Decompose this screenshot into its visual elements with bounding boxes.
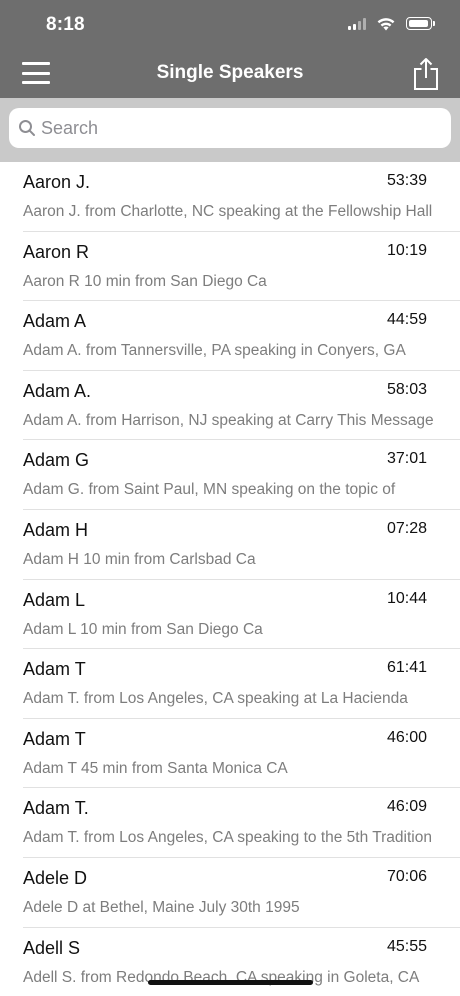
search-bar: [0, 98, 460, 162]
speaker-description: Adam T. from Los Angeles, CA speaking to…: [23, 829, 432, 847]
status-bar: 8:18: [0, 0, 460, 48]
cellular-signal-icon: [348, 17, 366, 30]
speaker-description: Adam A. from Harrison, NJ speaking at Ca…: [23, 411, 434, 429]
search-icon: [19, 120, 35, 136]
talk-duration: 10:44: [386, 589, 427, 607]
speaker-description: Adam H 10 min from Carlsbad Ca: [23, 550, 256, 568]
wifi-icon: [377, 18, 395, 31]
speaker-row[interactable]: Adam T 46:00 Adam T 45 min from Santa Moni…: [0, 719, 460, 789]
speaker-name: Adam A.: [23, 380, 92, 401]
battery-icon: [406, 17, 435, 30]
search-input[interactable]: [41, 108, 441, 148]
talk-duration: 53:39: [386, 172, 427, 189]
speaker-row[interactable]: Adam A. 58:03 Adam A. from Harrison, NJ sp…: [0, 371, 460, 441]
speaker-row[interactable]: Adell S 45:55 Adell S. from Redondo Beach,…: [0, 928, 460, 996]
speaker-row[interactable]: Aaron J. 53:39 Aaron J. from Charlotte, NC…: [0, 162, 460, 232]
speaker-row[interactable]: Adam L 10:44 Adam L 10 min from San Diego …: [0, 580, 460, 650]
speaker-name: Adam G: [23, 450, 90, 471]
speaker-row[interactable]: Adam T. 46:09 Adam T. from Los Angeles, CA…: [0, 788, 460, 858]
speaker-list: Aaron J. 53:39 Aaron J. from Charlotte, NC…: [0, 162, 460, 996]
header: 8:18 Single Speakers: [0, 0, 460, 98]
talk-duration: 58:03: [386, 380, 427, 398]
status-time: 8:18: [46, 14, 85, 35]
speaker-name: Adele D: [23, 867, 88, 888]
speaker-row[interactable]: Adam G 37:01 Adam G. from Saint Paul, MN s…: [0, 440, 460, 510]
speaker-description: Adam G. from Saint Paul, MN speaking on …: [23, 481, 396, 499]
speaker-name: Aaron R: [23, 241, 90, 262]
share-icon[interactable]: [412, 56, 440, 92]
speaker-description: Adele D at Bethel, Maine July 30th 1995: [23, 898, 300, 916]
talk-duration: 46:00: [386, 728, 427, 746]
speaker-description: Adam T 45 min from Santa Monica CA: [23, 759, 288, 777]
speaker-row[interactable]: Adam H 07:28 Adam H 10 min from Carlsbad C…: [0, 510, 460, 580]
status-icons: [348, 16, 435, 31]
speaker-name: Aaron J.: [23, 172, 91, 192]
speaker-description: Adam L 10 min from San Diego Ca: [23, 620, 263, 638]
speaker-name: Adam L: [23, 589, 86, 610]
speaker-name: Adell S: [23, 937, 81, 958]
talk-duration: 10:19: [386, 241, 427, 259]
page-title: Single Speakers: [156, 62, 304, 83]
speaker-row[interactable]: Adele D 70:06 Adele D at Bethel, Maine Jul…: [0, 858, 460, 928]
talk-duration: 46:09: [386, 798, 427, 816]
talk-duration: 45:55: [386, 937, 427, 955]
speaker-name: Adam T: [23, 659, 86, 680]
talk-duration: 37:01: [386, 450, 427, 468]
speaker-row[interactable]: Aaron R 10:19 Aaron R 10 min from San Dieg…: [0, 232, 460, 302]
app-screen: 8:18 Single Speakers Search Aaron J. 53:…: [0, 0, 460, 996]
speaker-description: Adam T. from Los Angeles, CA speaking at…: [23, 690, 408, 708]
speaker-description: Adam A. from Tannersville, PA speaking i…: [23, 342, 406, 360]
search-field[interactable]: [9, 108, 451, 148]
speaker-name: Adam T: [23, 728, 86, 749]
speaker-name: Adam H: [23, 519, 89, 540]
speaker-description: Aaron J. from Charlotte, NC speaking at …: [23, 203, 433, 220]
talk-duration: 61:41: [386, 659, 427, 677]
nav-bar: Single Speakers: [0, 48, 460, 98]
speaker-row[interactable]: Adam A 44:59 Adam A. from Tannersville, PA…: [0, 301, 460, 371]
talk-duration: 70:06: [386, 867, 427, 885]
speaker-name: Adam T.: [23, 798, 89, 819]
speaker-name: Adam A: [23, 311, 87, 332]
talk-duration: 07:28: [386, 519, 427, 537]
speaker-row[interactable]: Adam T 61:41 Adam T. from Los Angeles, CA …: [0, 649, 460, 719]
home-indicator: [148, 980, 313, 985]
speaker-description: Aaron R 10 min from San Diego Ca: [23, 272, 267, 290]
talk-duration: 44:59: [386, 311, 427, 329]
